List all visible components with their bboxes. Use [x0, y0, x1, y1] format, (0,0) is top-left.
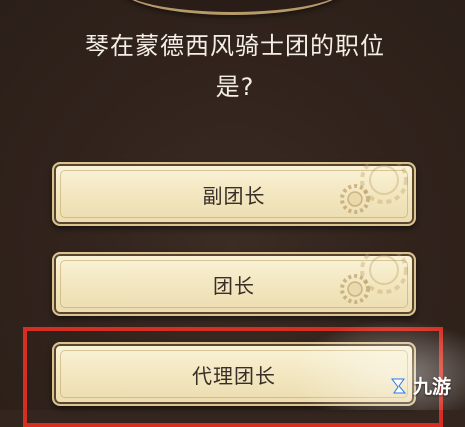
nine-game-logo-icon [391, 378, 407, 393]
site-watermark: 九游 [388, 372, 451, 399]
option-label: 副团长 [202, 183, 266, 208]
answer-option-2[interactable]: 团长 [52, 252, 416, 316]
answer-highlight-frame [23, 327, 443, 427]
option-label: 团长 [213, 273, 255, 298]
watermark-text: 九游 [413, 376, 452, 398]
answer-option-1[interactable]: 副团长 [52, 162, 416, 226]
question-line-2: 是? [215, 73, 255, 101]
question-line-1: 琴在蒙德西风骑士团的职位 [85, 32, 385, 60]
quiz-question: 琴在蒙德西风骑士团的职位 是? [40, 26, 430, 108]
